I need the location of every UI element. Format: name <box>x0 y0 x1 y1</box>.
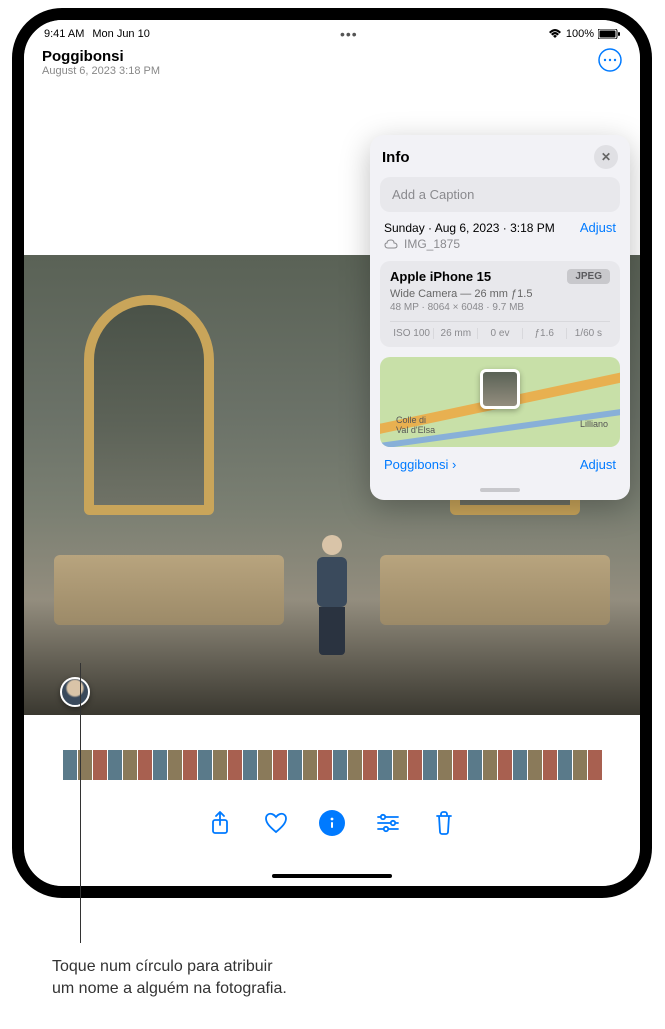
map-photo-pin[interactable] <box>480 369 520 409</box>
location-map[interactable]: Colle di Val d'Elsa Lilliano <box>380 357 620 447</box>
format-badge: JPEG <box>567 269 610 284</box>
caption-input[interactable]: Add a Caption <box>380 177 620 212</box>
more-options-icon[interactable] <box>598 48 622 72</box>
multitask-dots-icon[interactable]: ••• <box>340 26 358 42</box>
map-location-link[interactable]: Poggibonsi › <box>384 457 456 472</box>
status-bar: 9:41 AM Mon Jun 10 ••• 100% <box>24 20 640 44</box>
wifi-icon <box>548 29 562 39</box>
location-title[interactable]: Poggibonsi <box>42 48 160 65</box>
adjust-icon[interactable] <box>375 810 401 836</box>
callout-caption: Toque num círculo para atribuir um nome … <box>52 956 287 999</box>
lens-info: Wide Camera — 26 mm ƒ1.5 <box>390 288 610 300</box>
callout-leader-line <box>80 663 81 943</box>
resolution-info: 48 MP · 8064 × 6048 · 9.7 MB <box>390 302 610 313</box>
filename-text: IMG_1875 <box>404 237 460 251</box>
photo-date: Sunday · Aug 6, 2023 · 3:18 PM <box>384 221 555 235</box>
info-panel-title: Info <box>382 149 410 166</box>
adjust-date-button[interactable]: Adjust <box>580 220 616 235</box>
exif-shutter: 1/60 s <box>567 328 610 339</box>
cloud-icon <box>384 239 398 249</box>
panel-drag-handle[interactable] <box>480 488 520 492</box>
share-icon[interactable] <box>207 810 233 836</box>
favorite-icon[interactable] <box>263 810 289 836</box>
info-panel: Info ✕ Add a Caption Sunday · Aug 6, 202… <box>370 135 630 500</box>
thumbnail-strip[interactable] <box>24 750 640 786</box>
adjust-location-button[interactable]: Adjust <box>580 457 616 472</box>
ipad-frame: 9:41 AM Mon Jun 10 ••• 100% Poggibonsi A… <box>12 8 652 898</box>
battery-text: 100% <box>566 28 594 40</box>
map-label-colle: Colle di Val d'Elsa <box>396 415 435 435</box>
exif-iso: ISO 100 <box>390 328 434 339</box>
exif-focal: 26 mm <box>434 328 478 339</box>
info-icon[interactable] <box>319 810 345 836</box>
top-bar: Poggibonsi August 6, 2023 3:18 PM <box>24 44 640 85</box>
camera-device-name: Apple iPhone 15 <box>390 269 491 284</box>
exif-aperture: ƒ1.6 <box>523 328 567 339</box>
photo-viewer[interactable]: Info ✕ Add a Caption Sunday · Aug 6, 202… <box>24 85 640 715</box>
exif-ev: 0 ev <box>478 328 522 339</box>
battery-icon <box>598 29 620 39</box>
home-indicator[interactable] <box>272 874 392 878</box>
status-time: 9:41 AM <box>44 28 84 40</box>
status-date: Mon Jun 10 <box>92 28 149 40</box>
map-label-lilliano: Lilliano <box>580 419 608 429</box>
camera-info-card: Apple iPhone 15 JPEG Wide Camera — 26 mm… <box>380 261 620 347</box>
location-subtitle: August 6, 2023 3:18 PM <box>42 65 160 77</box>
trash-icon[interactable] <box>431 810 457 836</box>
detected-face-circle[interactable] <box>60 677 90 707</box>
bottom-toolbar <box>24 810 640 836</box>
close-icon[interactable]: ✕ <box>594 145 618 169</box>
